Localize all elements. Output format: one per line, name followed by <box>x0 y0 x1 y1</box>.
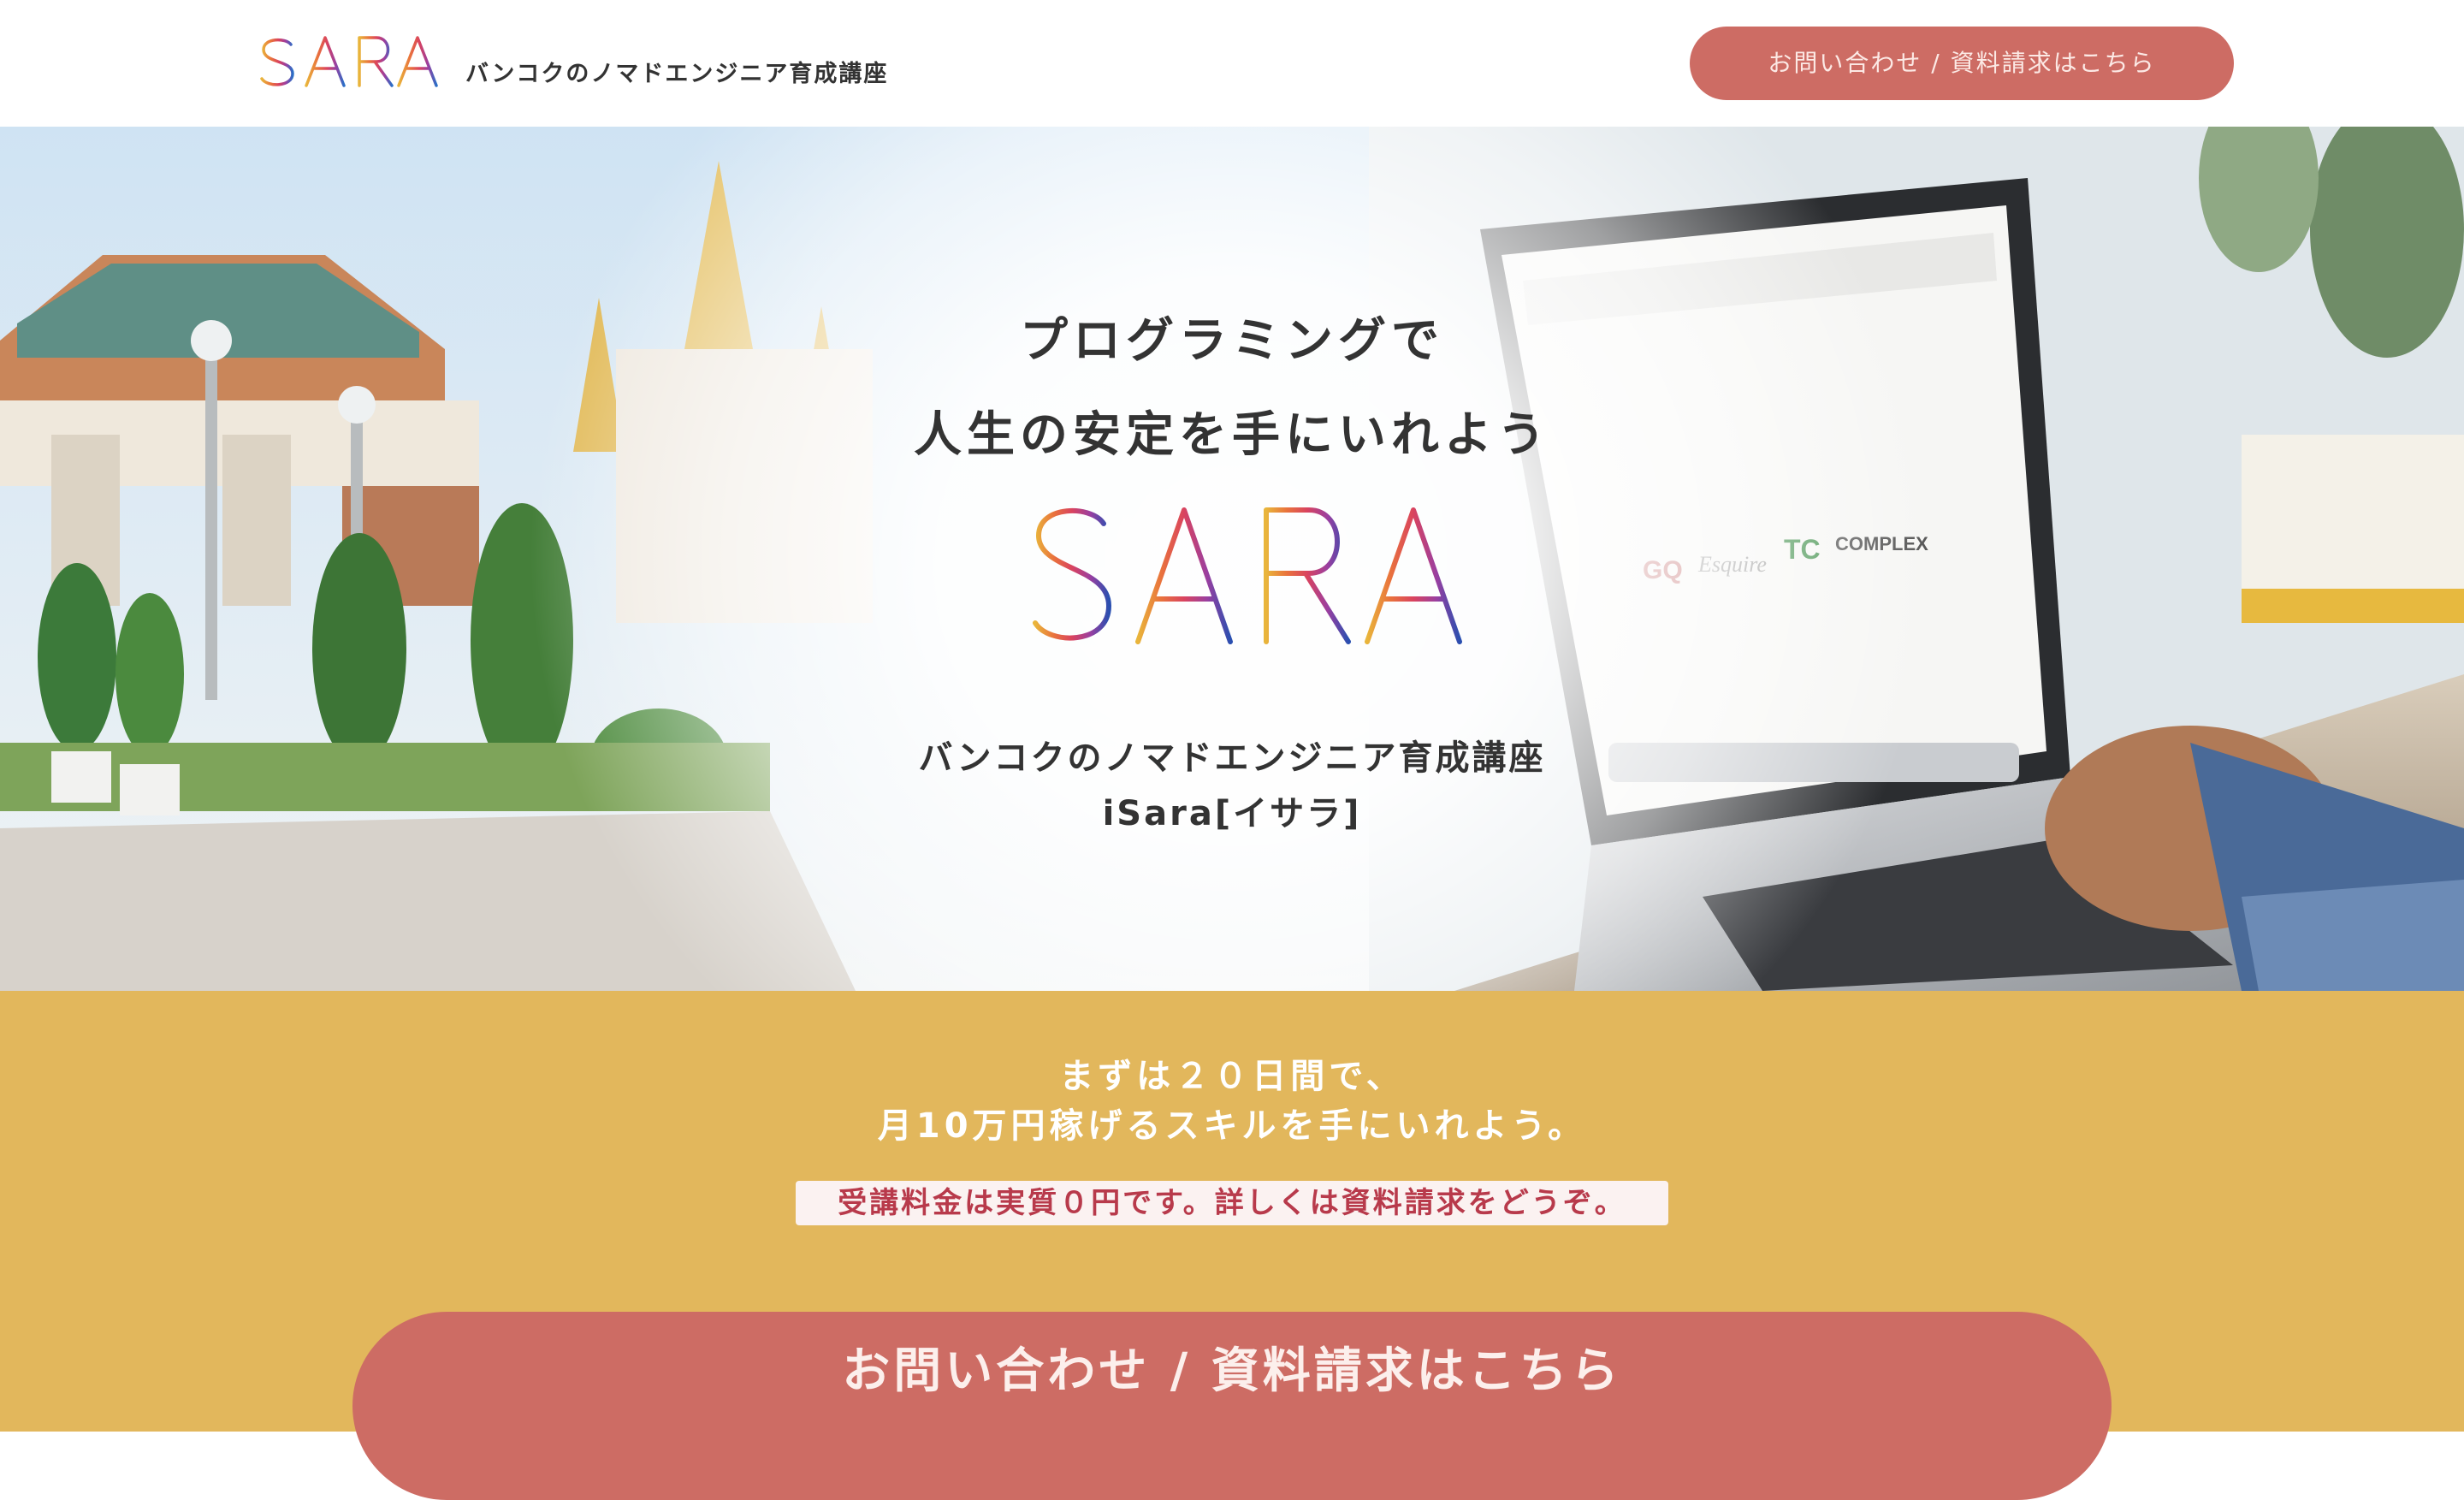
hero-section: GQ Esquire TC COMPLEX プログラミングで 人生の安定を手にい… <box>0 127 2464 991</box>
promo-text-line-2: 月10万円稼げるスキルを手にいれよう。 <box>877 1106 1587 1146</box>
hero-subtitle-line-2: iSara[イサラ] <box>1102 794 1362 833</box>
header-contact-button[interactable]: お問い合わせ / 資料請求はこちら <box>1690 27 2234 100</box>
free-tuition-badge: 受講料金は実質０円です。詳しくは資料請求をどうぞ。 <box>796 1181 1668 1225</box>
isara-logo[interactable] <box>240 26 445 92</box>
main-contact-button[interactable]: お問い合わせ / 資料請求はこちら <box>352 1312 2112 1500</box>
hero-subtitle-line-1: バンコクのノマドエンジニア育成講座 <box>918 738 1546 778</box>
header-tagline: バンコクのノマドエンジニア育成講座 <box>465 61 889 87</box>
hero-heading-line-1: プログラミングで <box>1020 313 1444 369</box>
promo-section: まずは２０日間で、 月10万円稼げるスキルを手にいれよう。 受講料金は実質０円で… <box>0 991 2464 1500</box>
hero-heading-line-2: 人生の安定を手にいれよう <box>914 407 1550 463</box>
main-contact-button-label: お問い合わせ / 資料請求はこちら <box>842 1343 1622 1399</box>
site-header: バンコクのノマドエンジニア育成講座 お問い合わせ / 資料請求はこちら <box>0 0 2464 127</box>
promo-text-line-1: まずは２０日間で、 <box>1059 1057 1405 1096</box>
hero-isara-logo <box>990 504 1462 644</box>
